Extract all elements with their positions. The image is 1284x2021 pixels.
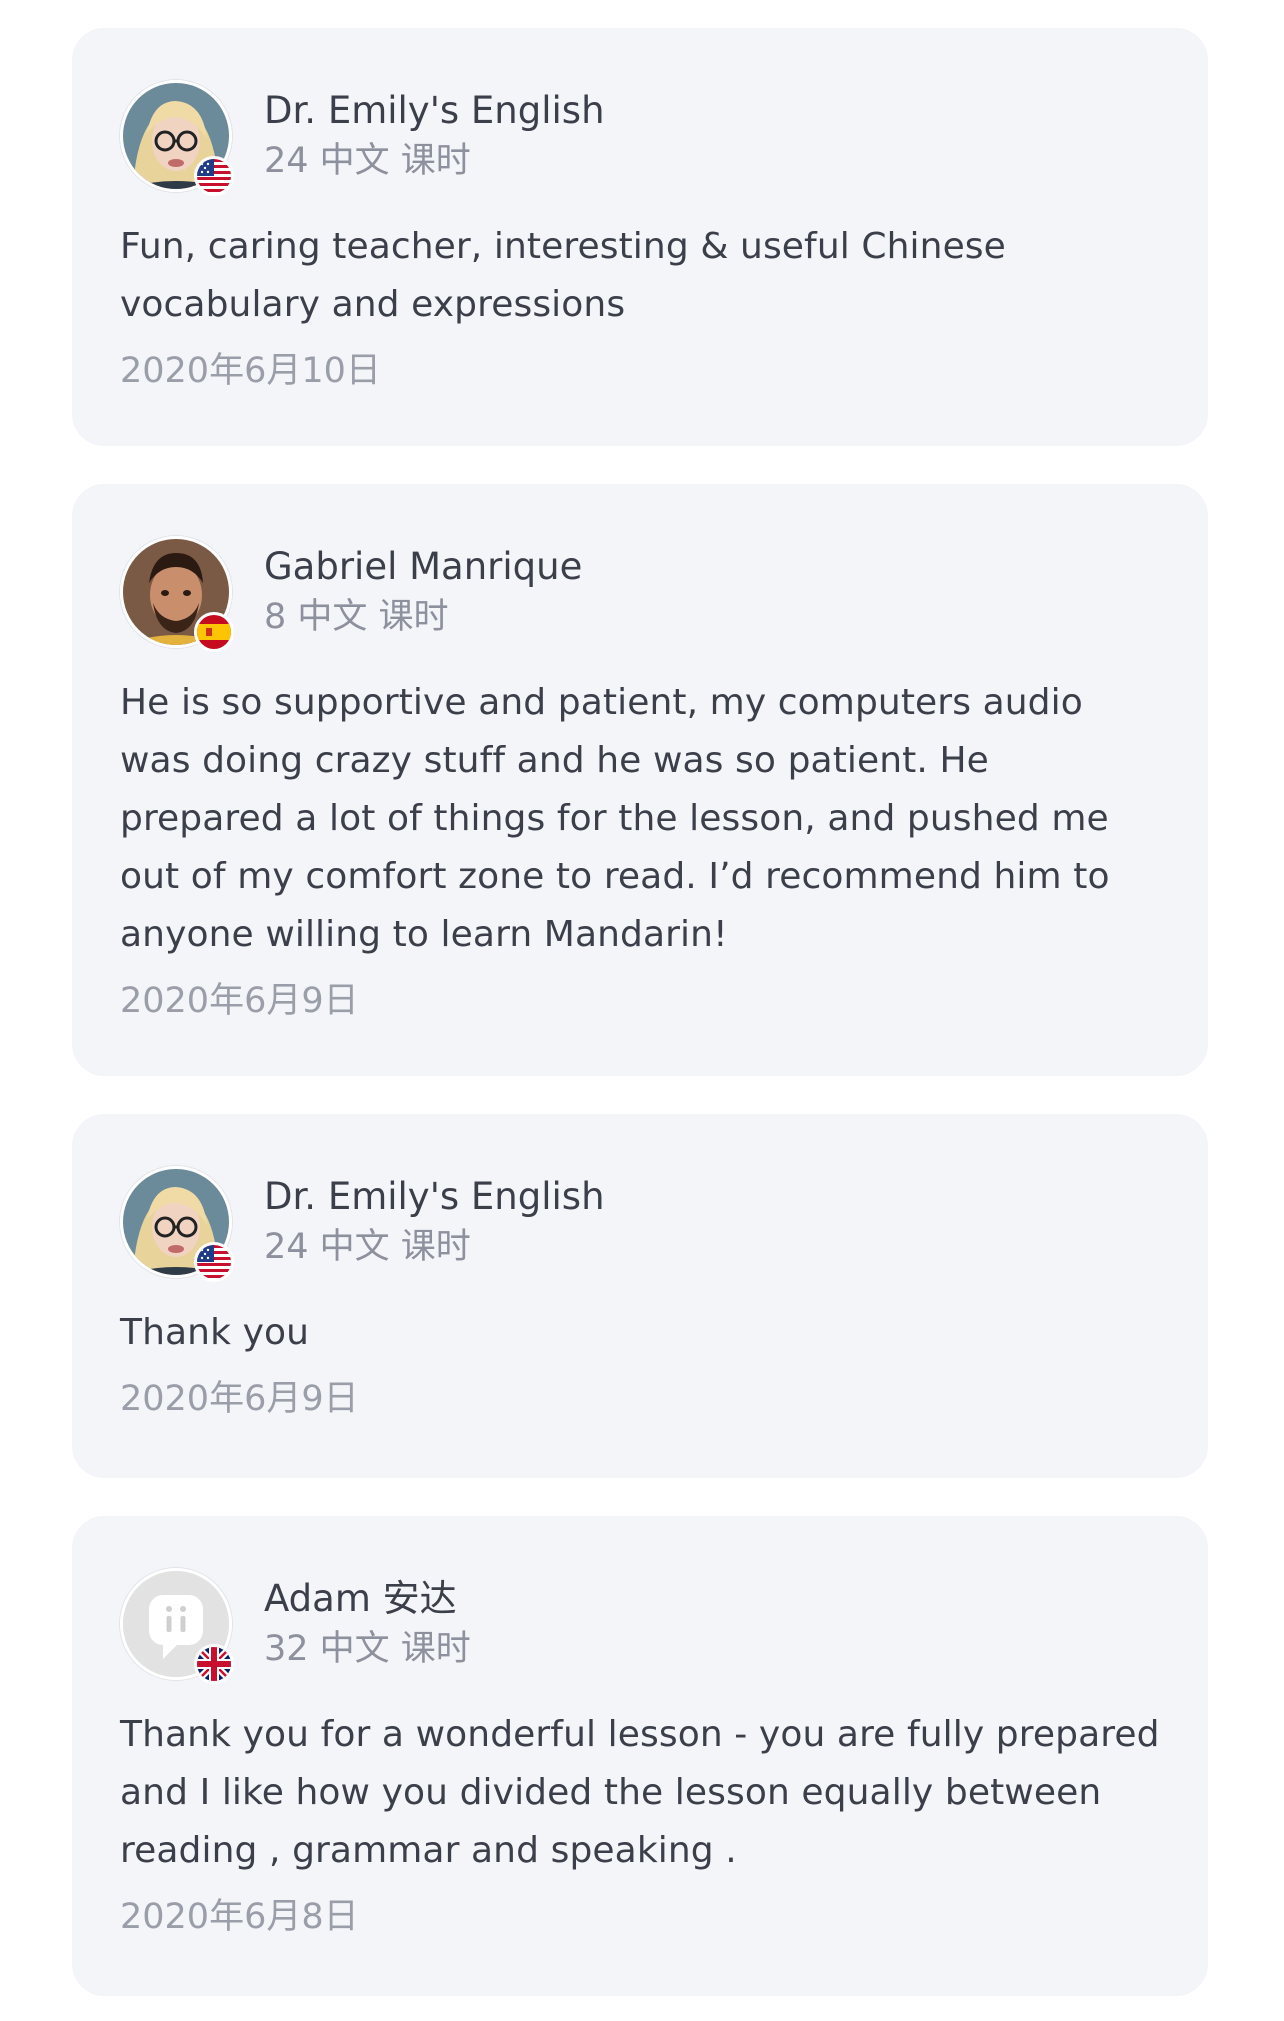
lesson-count: 8 中文 课时	[264, 597, 449, 637]
uk-flag-icon	[194, 1644, 234, 1684]
reviewer-info: Adam 安达 32 中文 课时	[264, 1574, 471, 1674]
review-comment: Thank you	[120, 1312, 310, 1353]
reviewer-info: Gabriel Manrique 8 中文 课时	[264, 542, 582, 642]
us-flag-icon	[194, 1242, 234, 1282]
avatar[interactable]	[120, 1166, 234, 1282]
avatar[interactable]	[120, 536, 234, 652]
review-card: Adam 安达 32 中文 课时 Thank you for a wonderf…	[72, 1516, 1208, 1996]
review-header: Gabriel Manrique 8 中文 课时	[120, 534, 1160, 652]
avatar[interactable]	[120, 80, 234, 196]
us-flag-icon	[194, 156, 234, 196]
review-date: 2020年6月8日	[120, 1897, 359, 1937]
lesson-count: 32 中文 课时	[264, 1629, 471, 1669]
reviewer-name[interactable]: Adam 安达	[264, 1574, 471, 1624]
review-header: Dr. Emily's English 24 中文 课时	[120, 1164, 1160, 1282]
reviews-list: Dr. Emily's English 24 中文 课时 Fun, caring…	[0, 0, 1284, 2021]
review-header: Dr. Emily's English 24 中文 课时	[120, 78, 1160, 196]
review-card: Dr. Emily's English 24 中文 课时 Thank you 2…	[72, 1114, 1208, 1478]
reviewer-name[interactable]: Dr. Emily's English	[264, 1172, 605, 1222]
review-card: Gabriel Manrique 8 中文 课时 He is so suppor…	[72, 484, 1208, 1076]
review-card: Dr. Emily's English 24 中文 课时 Fun, caring…	[72, 28, 1208, 446]
review-date: 2020年6月10日	[120, 351, 381, 391]
review-comment: Thank you for a wonderful lesson - you a…	[120, 1714, 1160, 1871]
review-date: 2020年6月9日	[120, 981, 359, 1021]
review-comment: He is so supportive and patient, my comp…	[120, 682, 1110, 955]
reviewer-info: Dr. Emily's English 24 中文 课时	[264, 1172, 605, 1272]
reviewer-info: Dr. Emily's English 24 中文 课时	[264, 86, 605, 186]
lesson-count: 24 中文 课时	[264, 1227, 471, 1267]
reviewer-name[interactable]: Dr. Emily's English	[264, 86, 605, 136]
lesson-count: 24 中文 课时	[264, 141, 471, 181]
spain-flag-icon	[194, 612, 234, 652]
reviewer-name[interactable]: Gabriel Manrique	[264, 542, 582, 592]
avatar[interactable]	[120, 1568, 234, 1684]
review-comment: Fun, caring teacher, interesting & usefu…	[120, 226, 1006, 325]
review-header: Adam 安达 32 中文 课时	[120, 1566, 1160, 1684]
review-date: 2020年6月9日	[120, 1379, 359, 1419]
